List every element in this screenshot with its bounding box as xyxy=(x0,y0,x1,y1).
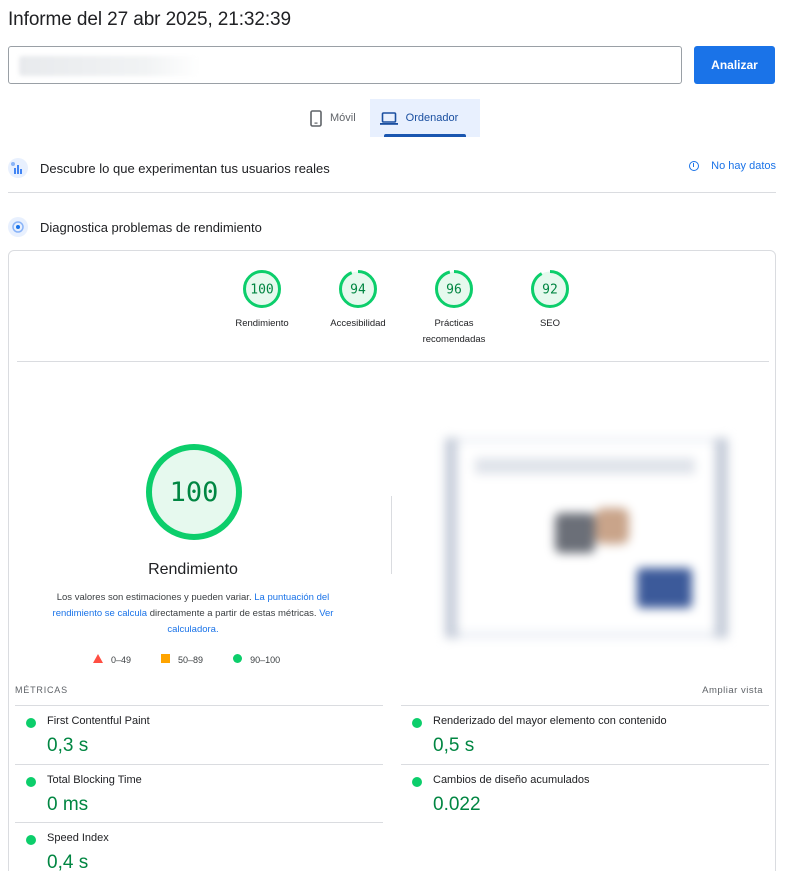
square-icon xyxy=(161,654,171,665)
metric-value: 0.022 xyxy=(433,794,481,815)
gauge-best-practices[interactable]: 96 Prácticas recomendadas xyxy=(406,269,502,348)
gauge-best-practices-label: Prácticas recomendadas xyxy=(422,318,486,345)
performance-big-score: 100 xyxy=(170,477,219,508)
category-gauges: 100 Rendimiento 94 Accesibilidad 96 Prác… xyxy=(214,269,598,348)
pass-indicator xyxy=(26,718,36,728)
performance-big-gauge: 100 xyxy=(145,443,243,546)
performance-title: Rendimiento xyxy=(148,561,238,578)
expand-view-toggle[interactable]: Ampliar vista xyxy=(702,685,763,696)
metric-lcp: Renderizado del mayor elemento con conte… xyxy=(401,705,769,764)
page-screenshot-thumbnail xyxy=(445,438,728,638)
gauge-seo-ring: 92 xyxy=(531,270,569,308)
device-tabs: Móvil Ordenador xyxy=(300,99,480,137)
pass-indicator xyxy=(412,777,422,787)
metric-value: 0,5 s xyxy=(433,735,475,756)
crux-section-header: Descubre lo que experimentan tus usuario… xyxy=(8,152,776,193)
metric-name: Speed Index xyxy=(47,832,109,844)
gauge-accessibility-score: 94 xyxy=(350,283,366,298)
triangle-icon xyxy=(93,654,103,665)
metric-name: Cambios de diseño acumulados xyxy=(433,774,590,786)
gauge-accessibility-ring: 94 xyxy=(339,270,377,308)
gauge-best-practices-score: 96 xyxy=(446,283,462,298)
legend-fail: 0–49 xyxy=(93,654,131,665)
performance-description: Los valores son estimaciones y pueden va… xyxy=(47,590,339,638)
diagnostics-section-header: Diagnostica problemas de rendimiento xyxy=(8,212,776,242)
metric-name: Renderizado del mayor elemento con conte… xyxy=(433,715,667,727)
smartphone-icon xyxy=(310,109,322,127)
gauge-seo-score: 92 xyxy=(542,283,558,298)
info-icon xyxy=(689,161,700,171)
tab-mobile[interactable]: Móvil xyxy=(300,99,370,137)
circle-icon xyxy=(233,654,243,665)
gauge-performance-score: 100 xyxy=(250,283,273,298)
users-chart-icon xyxy=(8,158,28,178)
metric-name: First Contentful Paint xyxy=(47,715,150,727)
tab-desktop-label: Ordenador xyxy=(405,112,459,124)
url-input[interactable] xyxy=(8,46,682,84)
metric-speed-index: Speed Index 0,4 s xyxy=(15,822,383,871)
pass-indicator xyxy=(26,835,36,845)
crux-section-title: Descubre lo que experimentan tus usuario… xyxy=(40,160,330,176)
gauge-accessibility-label: Accesibilidad xyxy=(330,318,386,329)
metric-tbt: Total Blocking Time 0 ms xyxy=(15,764,383,823)
legend-average: 50–89 xyxy=(161,654,203,665)
tab-desktop[interactable]: Ordenador xyxy=(369,99,480,137)
metrics-heading: MÉTRICAS xyxy=(15,685,68,695)
legend-pass-label: 90–100 xyxy=(250,654,281,665)
metric-value: 0,4 s xyxy=(47,852,89,871)
gauge-seo[interactable]: 92 SEO xyxy=(502,269,598,348)
lab-icon xyxy=(8,217,28,237)
metric-cls: Cambios de diseño acumulados 0.022 xyxy=(401,764,769,823)
vertical-divider xyxy=(391,496,392,574)
legend-pass: 90–100 xyxy=(233,654,280,665)
gauge-performance-ring: 100 xyxy=(243,270,281,308)
gauge-seo-label: SEO xyxy=(539,318,561,329)
metric-value: 0,3 s xyxy=(47,735,89,756)
gauge-best-practices-ring: 96 xyxy=(435,270,473,308)
gauge-performance[interactable]: 100 Rendimiento xyxy=(214,269,310,348)
pass-indicator xyxy=(412,718,422,728)
no-data-label: No hay datos xyxy=(711,160,776,172)
desc-text-2: directamente a partir de estas métricas. xyxy=(147,608,320,619)
desc-text-1: Los valores son estimaciones y pueden va… xyxy=(56,592,255,603)
pass-indicator xyxy=(26,777,36,787)
tab-mobile-label: Móvil xyxy=(330,112,356,124)
analyze-button[interactable]: Analizar xyxy=(694,46,775,84)
laptop-icon xyxy=(379,111,398,125)
legend-fail-label: 0–49 xyxy=(111,654,132,665)
gauge-performance-label: Rendimiento xyxy=(235,318,289,329)
legend-average-label: 50–89 xyxy=(178,654,204,665)
score-legend: 0–49 50–89 90–100 xyxy=(93,654,310,665)
report-card: 100 Rendimiento 94 Accesibilidad 96 Prác… xyxy=(8,250,776,871)
report-title: Informe del 27 abr 2025, 21:32:39 xyxy=(8,9,291,30)
no-data-link[interactable]: No hay datos xyxy=(689,160,776,172)
metric-fcp: First Contentful Paint 0,3 s xyxy=(15,705,383,764)
metric-value: 0 ms xyxy=(47,794,89,815)
diagnostics-section-title: Diagnostica problemas de rendimiento xyxy=(40,219,262,235)
metric-name: Total Blocking Time xyxy=(47,774,142,786)
url-value-redacted xyxy=(19,56,199,76)
divider xyxy=(17,361,769,362)
gauge-accessibility[interactable]: 94 Accesibilidad xyxy=(310,269,406,348)
